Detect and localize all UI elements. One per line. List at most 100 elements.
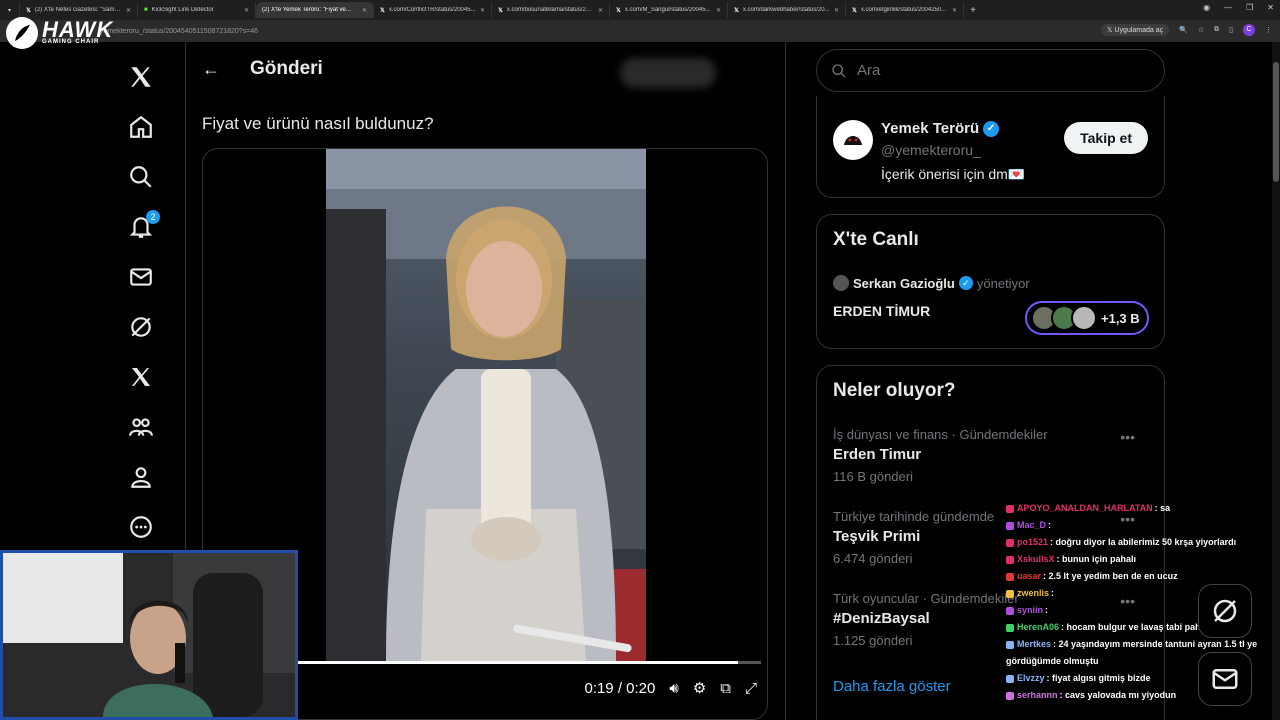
mail-icon — [1212, 669, 1238, 689]
trends-heading: Neler oluyor? — [833, 380, 956, 401]
chat-badge-icon — [1006, 504, 1014, 513]
profile-name[interactable]: Yemek Terörü — [881, 120, 979, 137]
nav-messages[interactable] — [116, 252, 166, 302]
chat-message: uasar: 2.5 lt ye yedim ben de en ucuz — [1006, 568, 1266, 585]
post-text: Fiyat ve ürünü nasıl buldunuz? — [202, 114, 434, 133]
picture-in-picture-icon[interactable]: ⧉ — [720, 680, 731, 697]
browser-tab[interactable]: 𝕏x.com/darkwebhaber/status/20... ✕ — [728, 2, 846, 18]
zoom-icon[interactable]: 🔍 — [1179, 26, 1188, 34]
page-title: Gönderi — [250, 58, 323, 79]
chat-text: : doğru diyor la abilerimiz 50 krşa yiyo… — [1050, 537, 1237, 547]
page-scrollbar[interactable] — [1272, 42, 1280, 720]
new-tab-button[interactable]: + — [964, 5, 982, 16]
close-tab-icon[interactable]: ✕ — [716, 7, 721, 14]
profile-avatar[interactable] — [833, 120, 873, 160]
grok-floating-button[interactable] — [1198, 584, 1252, 638]
address-bar-actions: 𝕏 Uygulamada aç 🔍 ☆ ⧉ ▯ C ⋮ — [1100, 24, 1272, 36]
url-text[interactable]: yemekteroru_/status/2004540511508721820?… — [100, 28, 258, 35]
nav-profile[interactable] — [116, 452, 166, 502]
profile-card: Yemek Terörü ✓ @yemekteroru_ İçerik öner… — [816, 96, 1165, 198]
volume-icon[interactable]: 🔊︎ — [669, 680, 678, 697]
account-icon[interactable]: ◉ — [1203, 3, 1210, 12]
browser-tab-bar: ▾ 𝕏 (2) X'te Nefes Gazetesi: "Sams... ✕ ■ K… — [0, 0, 1280, 20]
address-bar[interactable]: yemekteroru_/status/2004540511508721820?… — [0, 20, 1280, 42]
listener-avatar — [1071, 305, 1097, 331]
back-arrow-icon[interactable]: ← — [202, 59, 220, 80]
settings-gear-icon[interactable]: ⚙ — [693, 679, 706, 697]
video-progress-fill — [295, 661, 738, 664]
chat-badge-icon — [1006, 674, 1014, 683]
close-tab-icon[interactable]: ✕ — [952, 7, 957, 14]
chat-username: uasar — [1017, 571, 1042, 581]
close-tab-icon[interactable]: ✕ — [834, 7, 839, 14]
chat-badge-icon — [1006, 589, 1014, 598]
open-in-app-button[interactable]: 𝕏 Uygulamada aç — [1100, 24, 1170, 36]
profile-avatar[interactable]: C — [1243, 24, 1255, 36]
chat-username: syniin — [1017, 605, 1044, 615]
close-tab-icon[interactable]: ✕ — [480, 7, 485, 14]
sidebar-icon[interactable]: ▯ — [1229, 26, 1233, 34]
nav-more[interactable] — [116, 502, 166, 552]
fullscreen-icon[interactable]: ⤢ — [745, 680, 757, 697]
chat-badge-icon — [1006, 572, 1014, 581]
live-listeners-pill[interactable]: +1,3 B — [1025, 301, 1149, 335]
chat-username: Mac_D — [1017, 520, 1047, 530]
browser-tab[interactable]: 𝕏 (2) X'te Nefes Gazetesi: "Sams... ✕ — [20, 2, 138, 18]
bookmark-star-icon[interactable]: ☆ — [1198, 26, 1204, 34]
chat-text: : — [1051, 588, 1055, 598]
live-title[interactable]: ERDEN TİMUR — [833, 303, 930, 319]
browser-tab-active[interactable]: (2) X'te Yemek Terörü: "Fiyat ve... ✕ — [256, 2, 374, 18]
profile-handle: @yemekteroru_ — [881, 142, 981, 158]
chat-text: : hocam bulgur ve lavaş tabi pahalı — [1061, 622, 1211, 632]
show-more-link[interactable]: Daha fazla göster — [833, 678, 951, 695]
close-tab-icon[interactable]: ✕ — [362, 7, 367, 14]
more-circle-icon — [130, 516, 152, 538]
nav-notifications[interactable]: 2 — [116, 202, 166, 252]
browser-tab[interactable]: ■ KickSight Link Detector ✕ — [138, 2, 256, 18]
chat-badge-icon — [1006, 555, 1014, 564]
chat-text: : bunun için pahalı — [1056, 554, 1137, 564]
nav-premium[interactable] — [116, 352, 166, 402]
window-controls: ◉ — ❐ ✕ — [1203, 3, 1274, 12]
trend-item[interactable]: İş dünyası ve finans · Gündemdekiler Erd… — [833, 427, 1153, 484]
x-logo-icon: 𝕏 — [734, 7, 739, 14]
browser-tab[interactable]: 𝕏x.com/etgiinlik/status/2004250... ✕ — [846, 2, 964, 18]
chat-text: : cavs yalovada mı yiyodun — [1059, 690, 1177, 700]
yemek-teroru-logo — [839, 126, 867, 154]
scrollbar-thumb[interactable] — [1273, 62, 1279, 182]
browser-tab[interactable]: 𝕏x.com/ConflictTR/status/20045... ✕ — [374, 2, 492, 18]
browser-tab[interactable]: 𝕏x.com/bosunatiklama/status/20... ✕ — [492, 2, 610, 18]
close-tab-icon[interactable]: ✕ — [244, 7, 249, 14]
x-logo-icon: 𝕏 — [616, 7, 621, 14]
extensions-icon[interactable]: ⧉ — [1214, 26, 1219, 34]
listener-count: +1,3 B — [1101, 310, 1140, 326]
messages-floating-button[interactable] — [1198, 652, 1252, 706]
nav-explore[interactable] — [116, 152, 166, 202]
search-box[interactable]: Ara — [816, 49, 1165, 92]
chat-text: : 2.5 lt ye yedim ben de en ucuz — [1043, 571, 1178, 581]
hawk-sponsor-logo: HAWK GAMING CHAIR — [6, 17, 113, 49]
live-host[interactable]: Serkan Gazioğlu — [853, 276, 955, 291]
x-home-logo[interactable] — [116, 52, 166, 102]
profile-bio: İçerik önerisi için dm💌 — [881, 166, 1026, 182]
maximize-button[interactable]: ❐ — [1246, 3, 1253, 12]
browser-tab[interactable]: 𝕏x.com/M_Sarigul/status/20045... ✕ — [610, 2, 728, 18]
live-card: X'te Canlı Serkan Gazioğlu ✓ yönetiyor E… — [816, 214, 1165, 349]
video-progress-bar[interactable] — [295, 661, 761, 664]
trend-context: İş dünyası ve finans · Gündemdekiler — [833, 427, 1048, 442]
more-options-icon[interactable]: ••• — [1120, 429, 1135, 445]
browser-menu-icon[interactable]: ⋮ — [1265, 26, 1272, 34]
chat-message: po1521: doğru diyor la abilerimiz 50 krş… — [1006, 534, 1266, 551]
close-tab-icon[interactable]: ✕ — [598, 7, 603, 14]
video-controls: 0:19 / 0:20 🔊︎ ⚙ ⧉ ⤢ — [584, 679, 757, 698]
tab-menu-button[interactable]: ▾ — [0, 2, 20, 18]
nav-grok[interactable] — [116, 302, 166, 352]
minimize-button[interactable]: — — [1224, 3, 1232, 12]
nav-communities[interactable] — [116, 402, 166, 452]
follow-button[interactable]: Takip et — [1064, 122, 1148, 154]
close-tab-icon[interactable]: ✕ — [126, 7, 131, 14]
live-heading: X'te Canlı — [833, 229, 919, 250]
x-logo-icon: 𝕏 — [498, 7, 503, 14]
close-window-button[interactable]: ✕ — [1267, 3, 1274, 12]
nav-home[interactable] — [116, 102, 166, 152]
